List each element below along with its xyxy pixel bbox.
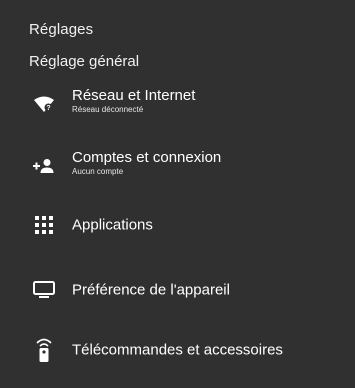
page-title: Réglages	[29, 21, 94, 38]
tv-icon	[31, 277, 57, 303]
settings-panel: Réglages Réglage général ? Réseau et Int…	[0, 0, 355, 388]
settings-item-device[interactable]: Préférence de l'appareil	[0, 270, 355, 310]
settings-item-remotes[interactable]: Télécommandes et accessoires	[0, 330, 355, 370]
settings-item-sublabel: Réseau déconnecté	[72, 105, 144, 114]
settings-item-label: Applications	[72, 216, 153, 234]
section-title: Réglage général	[29, 53, 140, 70]
settings-item-label: Comptes et connexion	[72, 149, 222, 166]
settings-item-accounts[interactable]: Comptes et connexion Aucun compte	[0, 146, 355, 186]
remote-icon	[31, 337, 57, 363]
add-account-icon	[31, 153, 57, 179]
settings-item-label: Réseau et Internet	[72, 87, 196, 104]
svg-text:?: ?	[46, 105, 50, 112]
settings-item-apps[interactable]: Applications	[0, 205, 355, 245]
settings-item-sublabel: Aucun compte	[72, 167, 124, 176]
settings-item-network[interactable]: ? Réseau et Internet Réseau déconnecté	[0, 84, 355, 124]
wifi-off-icon: ?	[31, 91, 57, 117]
settings-item-label: Préférence de l'appareil	[72, 281, 230, 299]
apps-grid-icon	[31, 212, 57, 238]
settings-item-label: Télécommandes et accessoires	[72, 341, 283, 359]
